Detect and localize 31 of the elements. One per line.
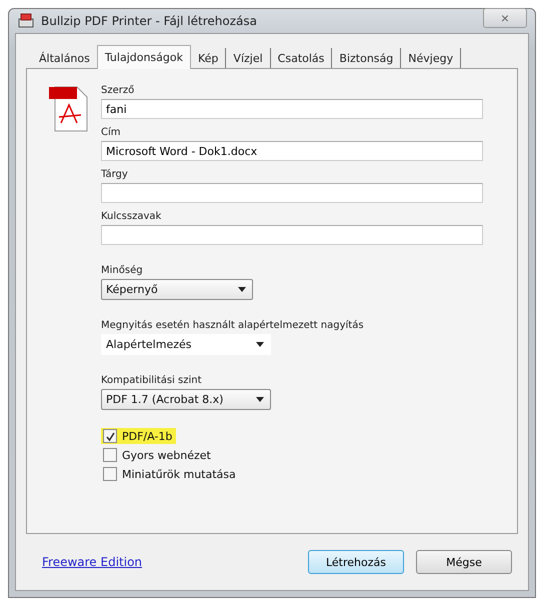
tab[interactable]: Általános (32, 48, 97, 68)
printer-icon (17, 13, 35, 29)
dropdown[interactable]: Alapértelmezés (101, 334, 271, 355)
window-title: Bullzip PDF Printer - Fájl létrehozása (41, 14, 257, 28)
checkbox-label: Miniatűrök mutatása (122, 468, 236, 480)
dropdown[interactable]: Képernyő (101, 279, 253, 300)
checkbox[interactable] (103, 448, 117, 462)
tab[interactable]: Tulajdonságok (96, 45, 191, 69)
field-label: Tárgy (101, 168, 129, 182)
freeware-edition-link[interactable]: Freeware Edition (42, 555, 142, 569)
text-field[interactable] (101, 225, 483, 245)
field-label: Kulcsszavak (101, 210, 162, 224)
text-field[interactable] (101, 183, 483, 203)
checkbox-label: PDF/A-1b (122, 430, 172, 442)
field-label: Szerző (101, 84, 136, 98)
checkbox[interactable] (103, 467, 117, 481)
dialog-button[interactable]: Létrehozás (308, 550, 404, 574)
dialog-button[interactable]: Mégse (416, 550, 512, 574)
text-field[interactable]: Microsoft Word - Dok1.docx (101, 141, 483, 161)
dropdown-label: Minőség (101, 264, 144, 278)
field-label: Cím (101, 126, 122, 140)
dropdown-arrow-icon (238, 287, 246, 292)
close-button[interactable]: × (483, 8, 527, 28)
checkbox-label: Gyors webnézet (122, 448, 211, 462)
dropdown[interactable]: PDF 1.7 (Acrobat 8.x) (101, 389, 271, 410)
checkbox[interactable] (103, 429, 117, 443)
dropdown-label: Kompatibilitási szint (101, 374, 202, 388)
dropdown-arrow-icon (256, 342, 264, 347)
dropdown-label: Megnyitás esetén használt alapértelmezett nagyítás (101, 319, 365, 333)
text-field[interactable]: fani (101, 99, 483, 119)
dropdown-arrow-icon (256, 397, 264, 402)
